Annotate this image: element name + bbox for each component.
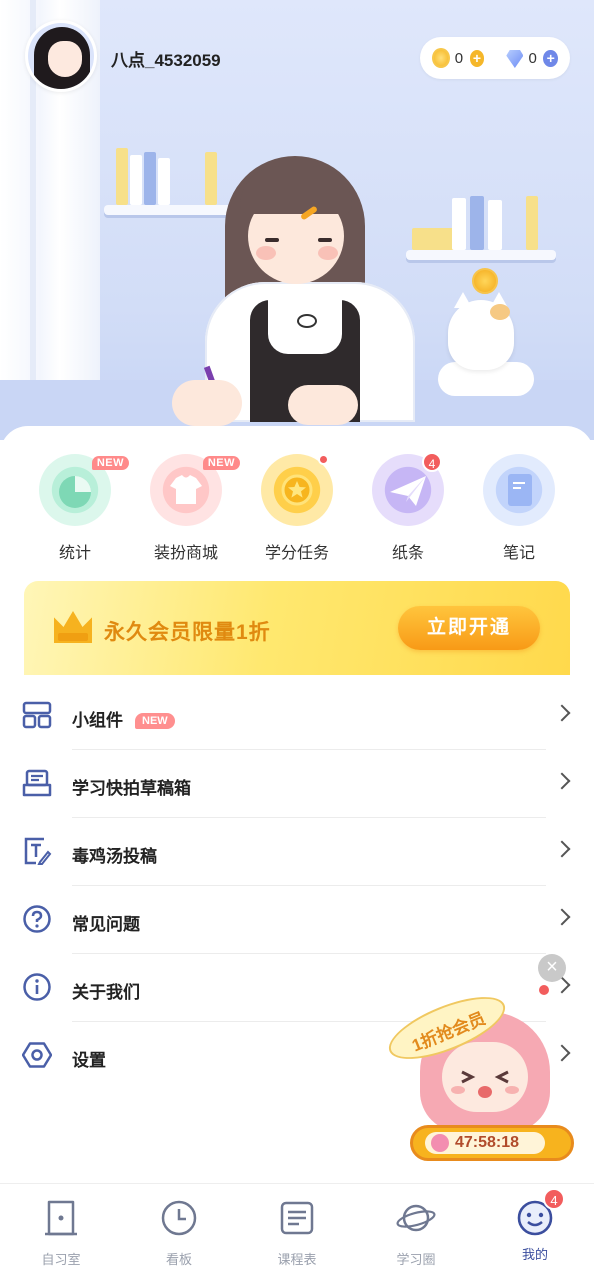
coin-icon	[472, 268, 498, 294]
book	[158, 158, 170, 205]
coin-icon	[432, 48, 450, 68]
clock-icon	[161, 1200, 197, 1236]
star-coin-icon	[261, 454, 333, 526]
quick-action-credit-tasks[interactable]: 学分任务	[242, 454, 352, 563]
smile-face-icon-wrapper: 4	[515, 1188, 565, 1238]
crown-base	[58, 633, 88, 641]
study-room-icon	[45, 1200, 77, 1236]
tab-study-circle[interactable]: 学习圈	[357, 1198, 475, 1268]
bottom-tab-bar: 自习室 看板 课程表 学习圈 4 我的	[0, 1183, 594, 1280]
menu-item-widgets[interactable]: 小组件 NEW	[0, 682, 594, 750]
quick-action-stats[interactable]: NEW 统计	[20, 454, 130, 563]
question-circle-icon	[23, 905, 51, 933]
tab-me[interactable]: 4 我的	[476, 1188, 594, 1263]
tab-study-room[interactable]: 自习室	[2, 1198, 120, 1268]
menu-item-submit-quote[interactable]: 毒鸡汤投稿	[0, 818, 594, 886]
open-vip-button[interactable]: 立即开通	[398, 606, 540, 650]
notebook-icon	[483, 454, 555, 526]
tab-label: 课程表	[277, 1252, 317, 1267]
book	[470, 196, 484, 250]
chart-pie-icon: NEW	[39, 454, 129, 526]
bookshelf-right	[406, 250, 556, 260]
chevron-right-icon	[553, 908, 571, 926]
ribbon-bow	[297, 314, 317, 328]
book	[205, 152, 217, 205]
book	[526, 196, 538, 250]
vip-promo-float[interactable]: 1折抢会员 × 47:58:18	[380, 950, 594, 1170]
username[interactable]: 八点_4532059	[111, 46, 221, 71]
planet-icon	[396, 1204, 436, 1232]
book	[130, 155, 142, 205]
vip-banner[interactable]: 永久会员限量1折 立即开通	[24, 581, 570, 675]
book	[488, 200, 502, 250]
text-edit-icon	[24, 837, 52, 865]
hexagon-settings-icon	[22, 1042, 52, 1068]
wallet-pill: 0 + 0 +	[420, 37, 570, 79]
countdown-timer: 47:58:18	[410, 1125, 574, 1161]
girl-bangs	[240, 166, 352, 214]
chibi-face	[442, 1042, 528, 1112]
quick-action-notebook[interactable]: 笔记	[464, 454, 574, 563]
coin-balance: 0	[454, 49, 464, 67]
cheek	[318, 246, 338, 260]
vip-banner-text: 永久会员限量1折	[104, 621, 271, 644]
quick-action-label: 装扮商城	[153, 545, 218, 562]
eye	[265, 238, 279, 242]
tab-label: 看板	[165, 1252, 192, 1267]
menu-label: 关于我们	[72, 983, 140, 1002]
paper-plane-icon: 4	[372, 452, 444, 526]
girl-hand	[172, 380, 242, 426]
chevron-right-icon	[553, 772, 571, 790]
book	[452, 198, 466, 250]
info-circle-icon	[23, 973, 51, 1001]
quick-action-label: 笔记	[502, 545, 535, 562]
avatar[interactable]	[25, 20, 97, 92]
new-badge: NEW	[135, 713, 175, 729]
cat-patch	[490, 304, 510, 320]
cheek	[256, 246, 276, 260]
menu-label: 毒鸡汤投稿	[72, 847, 157, 866]
menu-item-faq[interactable]: 常见问题	[0, 886, 594, 954]
quick-action-notes-paper[interactable]: 4 纸条	[353, 452, 463, 563]
schedule-icon	[280, 1201, 314, 1235]
diamond-icon	[506, 50, 524, 68]
close-icon[interactable]: ×	[538, 954, 566, 982]
tab-label: 我的	[521, 1247, 548, 1262]
tab-label: 自习室	[41, 1252, 81, 1267]
menu-label: 小组件 NEW	[72, 706, 175, 731]
count-badge: 4	[543, 1188, 565, 1210]
alarm-clock-icon	[431, 1134, 449, 1152]
diamond-balance: 0	[528, 49, 537, 67]
menu-label: 学习快拍草稿箱	[72, 779, 191, 798]
menu-label: 常见问题	[72, 915, 140, 934]
chevron-right-icon	[553, 704, 571, 722]
notification-dot	[318, 454, 329, 465]
widgets-icon	[22, 701, 52, 729]
quick-actions: NEW 统计 NEW 装扮商城 学分任务 4 纸条 笔记	[0, 452, 594, 564]
tab-label: 学习圈	[396, 1252, 436, 1267]
eye	[318, 238, 332, 242]
quick-action-label: 统计	[58, 545, 91, 562]
girl-hand	[288, 385, 358, 425]
countdown-display: 47:58:18	[425, 1132, 545, 1154]
drafts-icon	[22, 769, 52, 797]
book	[116, 148, 128, 205]
new-badge: NEW	[202, 456, 240, 470]
quick-action-label: 纸条	[391, 545, 424, 562]
new-badge: NEW	[91, 456, 129, 470]
avatar-face	[48, 41, 82, 77]
menu-label: 设置	[72, 1051, 106, 1070]
chevron-right-icon	[553, 840, 571, 858]
tab-board[interactable]: 看板	[120, 1198, 238, 1268]
tshirt-icon: NEW	[150, 454, 240, 526]
quick-action-label: 学分任务	[264, 545, 329, 562]
add-diamonds-icon[interactable]: +	[543, 49, 559, 67]
add-coins-icon[interactable]: +	[469, 49, 485, 67]
book	[144, 152, 156, 205]
count-badge: 4	[422, 452, 442, 472]
bookshelf-left	[104, 205, 234, 215]
quick-action-dress-shop[interactable]: NEW 装扮商城	[131, 454, 241, 563]
menu-item-drafts[interactable]: 学习快拍草稿箱	[0, 750, 594, 818]
tab-schedule[interactable]: 课程表	[238, 1198, 356, 1268]
